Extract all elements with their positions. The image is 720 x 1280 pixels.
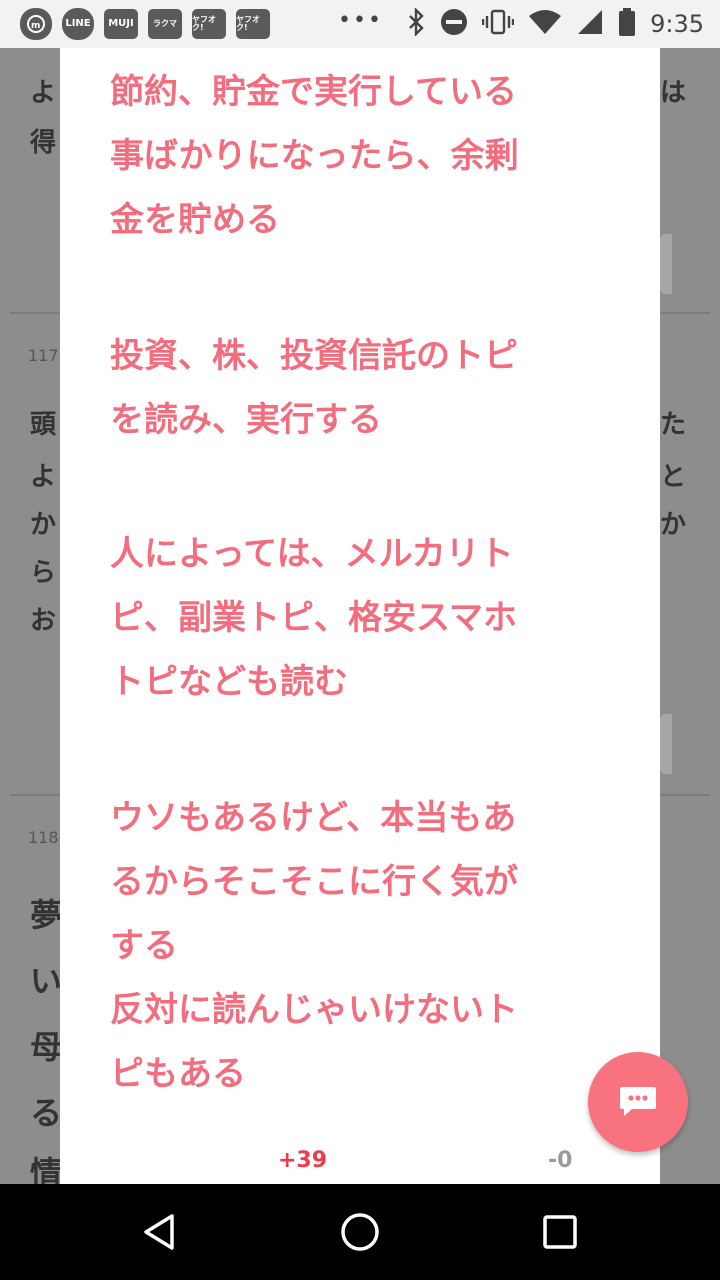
home-button[interactable] <box>336 1208 384 1256</box>
svg-text:m: m <box>31 21 40 31</box>
signal-icon <box>576 8 604 40</box>
line-icon: LINE <box>62 8 94 40</box>
comment-line: ウソもあるけど、本当もあ <box>110 798 517 838</box>
clock: 9:35 <box>650 10 704 38</box>
bg-text: 得 <box>30 128 57 158</box>
bluetooth-icon <box>406 7 426 40</box>
comment-line: ピ、副業トピ、格安スマホ <box>110 598 517 638</box>
overflow-notifications: ••• <box>338 8 383 33</box>
bg-text: と <box>660 462 687 492</box>
status-bar: m LINE MUJI ラクマ ヤフオク! ヤフオク! ••• 9:35 <box>0 0 720 48</box>
comment-paragraph: 投資、株、投資信託のトピ を読み、実行する <box>110 324 620 452</box>
battery-icon <box>618 7 636 41</box>
comment-detail-sheet[interactable]: 節約、貯金で実行している 事ばかりになったら、余剰 金を貯める 投資、株、投資信… <box>60 48 660 1184</box>
bg-text: ら <box>30 558 57 588</box>
bg-text: よ <box>30 462 57 492</box>
post-number: 117 <box>28 346 59 365</box>
recents-button[interactable] <box>536 1208 584 1256</box>
plus-vote-button[interactable]: +39 <box>278 1148 327 1173</box>
do-not-disturb-icon <box>440 8 468 40</box>
bg-text: 夢 <box>30 896 63 934</box>
bg-button <box>660 714 672 774</box>
comment-line: 節約、貯金で実行している <box>110 72 517 112</box>
back-button[interactable] <box>136 1208 184 1256</box>
system-status: 9:35 <box>406 0 704 48</box>
home-icon <box>341 1213 379 1251</box>
bg-button <box>660 234 672 294</box>
chat-bubble-icon <box>620 1087 656 1116</box>
comment-line: を読み、実行する <box>110 400 382 440</box>
back-icon <box>144 1214 174 1250</box>
bg-text: 母 <box>30 1028 63 1066</box>
comment-line: 投資、株、投資信託のトピ <box>110 336 518 376</box>
yahuoku-icon: ヤフオク! <box>192 9 226 39</box>
bg-text: 頭 <box>30 410 57 440</box>
comment-paragraph: 人によっては、メルカリト ピ、副業トピ、格安スマホ トピなども読む <box>110 522 620 714</box>
bg-text: る <box>30 1094 63 1132</box>
navigation-bar <box>0 1184 720 1280</box>
recents-icon <box>543 1215 577 1249</box>
rakuma-icon: ラクマ <box>148 9 182 39</box>
comment-line: 事ばかりになったら、余剰 <box>110 136 519 176</box>
wifi-icon <box>528 9 562 39</box>
bg-text: い <box>30 962 63 1000</box>
notification-icons: m LINE MUJI ラクマ ヤフオク! ヤフオク! <box>20 8 270 40</box>
yahuoku-icon: ヤフオク! <box>236 9 270 39</box>
comment-line: する <box>110 926 178 966</box>
muji-icon: MUJI <box>104 9 138 39</box>
comment-paragraph: ウソもあるけど、本当もあ るからそこそこに行く気が する 反対に読んじゃいけない… <box>110 786 620 1106</box>
post-number: 118 <box>28 828 59 847</box>
comment-paragraph: 節約、貯金で実行している 事ばかりになったら、余剰 金を貯める <box>110 60 620 252</box>
bg-text: か <box>30 510 57 540</box>
vibrate-icon <box>481 8 515 40</box>
app-notification-icon: m <box>20 8 52 40</box>
bg-text: よ <box>30 78 57 108</box>
comment-line: ピもある <box>110 1054 246 1094</box>
bg-text: お <box>30 606 57 636</box>
comment-line: 反対に読んじゃいけないト <box>110 990 518 1030</box>
bg-text: は <box>660 78 687 108</box>
bg-text: か <box>660 510 687 540</box>
comment-fab-button[interactable] <box>588 1052 688 1152</box>
comment-line: 金を貯める <box>110 200 280 240</box>
comment-line: るからそこそこに行く気が <box>110 862 518 902</box>
minus-vote-button[interactable]: -0 <box>548 1148 572 1173</box>
bg-text: た <box>660 410 687 440</box>
comment-line: トピなども読む <box>110 662 348 702</box>
comment-line: 人によっては、メルカリト <box>110 534 514 574</box>
